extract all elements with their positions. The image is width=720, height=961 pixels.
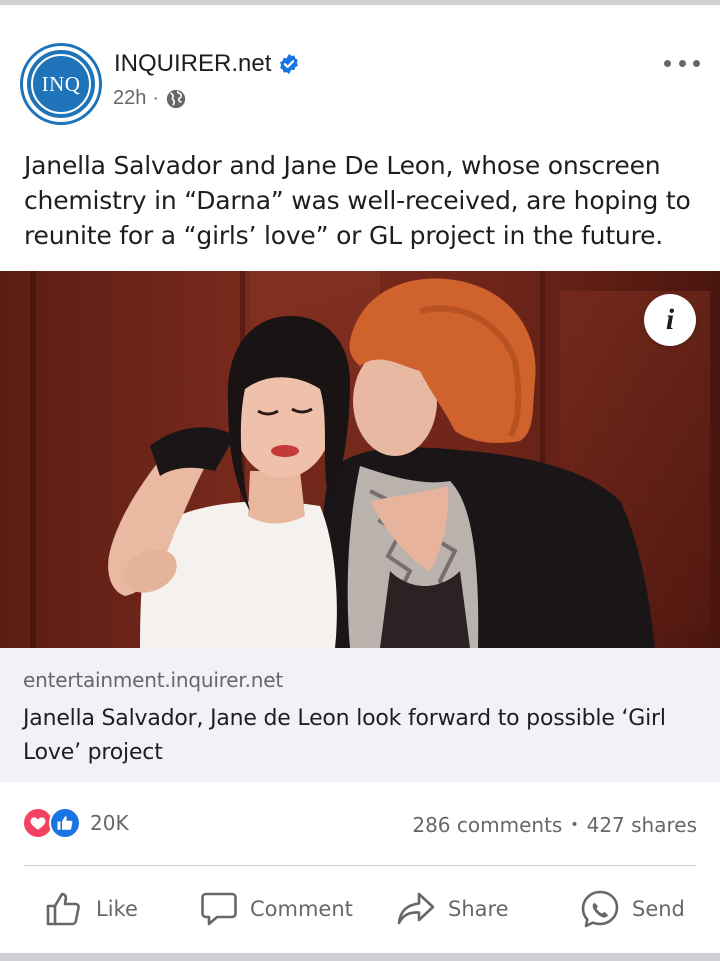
comment-label: Comment <box>250 897 353 921</box>
share-icon <box>397 892 435 925</box>
meta-separator: · <box>152 87 160 109</box>
action-bar: Like Comment Share Send <box>0 883 720 935</box>
photo-illustration <box>0 271 720 648</box>
comments-count[interactable]: 286 comments <box>412 813 562 837</box>
bottom-separator <box>0 953 720 961</box>
photo-info-button[interactable]: i <box>644 294 696 346</box>
actions-divider <box>24 865 696 866</box>
page-name: INQUIRER.net <box>114 50 272 77</box>
like-button[interactable]: Like <box>44 883 138 935</box>
more-dot <box>664 59 671 67</box>
verified-badge-icon <box>280 53 299 75</box>
reaction-icons <box>22 806 84 840</box>
reactions-summary[interactable]: 20K <box>22 806 129 840</box>
comment-icon <box>201 892 237 926</box>
like-label: Like <box>96 897 138 921</box>
post-header: INQ INQUIRER.net 22h · <box>0 5 720 135</box>
share-button[interactable]: Share <box>396 883 509 935</box>
reaction-count: 20K <box>90 811 129 835</box>
link-preview[interactable]: entertainment.inquirer.net Janella Salva… <box>0 648 720 782</box>
link-domain: entertainment.inquirer.net <box>23 668 283 692</box>
page-name-link[interactable]: INQUIRER.net <box>114 50 300 78</box>
avatar-logo-text: INQ <box>31 54 91 114</box>
link-title: Janella Salvador, Jane de Leon look forw… <box>23 706 666 765</box>
more-dot <box>693 59 700 67</box>
share-label: Share <box>448 897 509 921</box>
messenger-send-icon <box>581 890 619 928</box>
shares-count[interactable]: 427 shares <box>587 813 697 837</box>
post-time[interactable]: 22h <box>113 87 146 110</box>
globe-icon <box>166 89 186 108</box>
page-avatar[interactable]: INQ <box>23 46 99 122</box>
stats-separator: • <box>570 817 579 833</box>
more-dot <box>678 59 686 67</box>
more-options-button[interactable] <box>664 53 700 73</box>
comment-button[interactable]: Comment <box>200 883 353 935</box>
engagement-stats: 286 comments • 427 shares <box>412 813 697 837</box>
post-photo[interactable] <box>0 271 720 648</box>
send-button[interactable]: Send <box>580 883 685 935</box>
post-meta: 22h · <box>113 87 187 110</box>
like-icon <box>46 892 80 926</box>
like-reaction-icon <box>49 807 81 839</box>
post-caption: Janella Salvador and Jane De Leon, whose… <box>24 151 691 250</box>
send-label: Send <box>632 897 685 921</box>
